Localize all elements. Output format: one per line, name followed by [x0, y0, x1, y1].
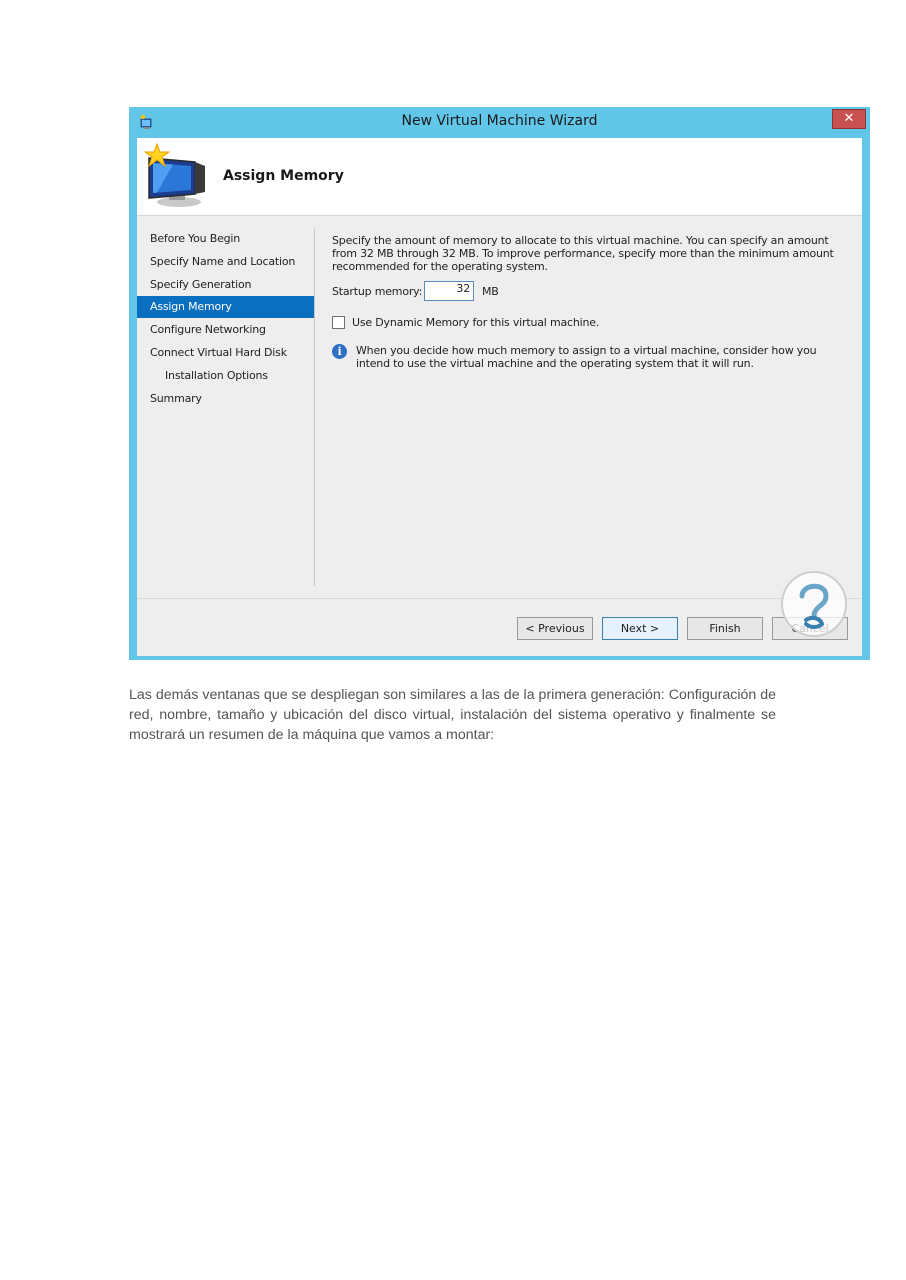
memory-description: Specify the amount of memory to allocate…: [332, 234, 834, 273]
title-bar: New Virtual Machine Wizard ✕: [129, 107, 870, 138]
footer-divider: [137, 598, 862, 599]
dynamic-memory-label[interactable]: Use Dynamic Memory for this virtual mach…: [352, 316, 599, 329]
finish-button[interactable]: Finish: [687, 617, 763, 640]
step-content: Specify the amount of memory to allocate…: [332, 234, 852, 370]
nav-item-connect-virtual-hard-disk[interactable]: Connect Virtual Hard Disk: [137, 342, 314, 364]
wizard-steps-nav: Before You Begin Specify Name and Locatio…: [137, 228, 314, 410]
close-button[interactable]: ✕: [832, 109, 866, 129]
startup-memory-value: 32: [456, 282, 470, 295]
nav-item-before-you-begin[interactable]: Before You Begin: [137, 228, 314, 250]
nav-item-assign-memory[interactable]: Assign Memory: [137, 296, 314, 319]
info-icon: i: [332, 344, 347, 359]
previous-button[interactable]: < Previous: [517, 617, 593, 640]
close-icon: ✕: [843, 111, 855, 126]
nav-item-summary[interactable]: Summary: [137, 388, 314, 410]
nav-item-installation-options[interactable]: Installation Options: [137, 365, 314, 387]
startup-memory-label: Startup memory:: [332, 285, 423, 298]
memory-info-text: When you decide how much memory to assig…: [356, 344, 817, 370]
nav-item-specify-generation[interactable]: Specify Generation: [137, 274, 314, 296]
nav-divider: [314, 228, 315, 586]
watermark-logo: [781, 571, 847, 637]
dynamic-memory-checkbox[interactable]: [332, 316, 345, 329]
startup-memory-input[interactable]: 32: [424, 281, 474, 301]
wizard-window: New Virtual Machine Wizard ✕ Assign Memo…: [129, 107, 870, 660]
wizard-header: Assign Memory: [137, 138, 862, 216]
page-title: Assign Memory: [223, 168, 344, 184]
startup-memory-unit: MB: [482, 285, 499, 298]
nav-item-configure-networking[interactable]: Configure Networking: [137, 319, 314, 341]
next-button[interactable]: Next >: [602, 617, 678, 640]
window-title: New Virtual Machine Wizard: [401, 113, 598, 129]
nav-item-specify-name-and-location[interactable]: Specify Name and Location: [137, 251, 314, 273]
virtual-machine-wizard-icon: [143, 142, 205, 207]
wizard-client-area: Assign Memory Before You Begin Specify Na…: [137, 138, 862, 656]
body-paragraph: Las demás ventanas que se despliegan son…: [129, 687, 776, 743]
